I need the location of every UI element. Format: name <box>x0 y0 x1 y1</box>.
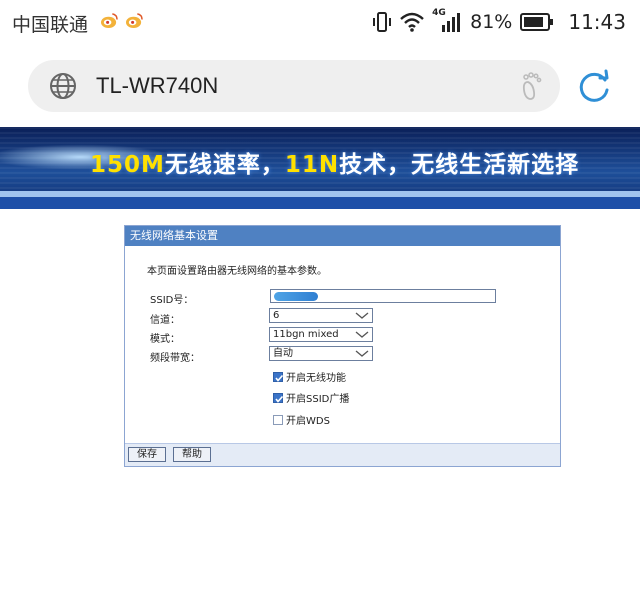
enable-wireless-row[interactable]: 开启无线功能 <box>273 369 346 384</box>
check-icon <box>275 395 284 403</box>
bandwidth-label: 频段带宽： <box>150 353 200 364</box>
wds-checkbox[interactable] <box>273 414 283 425</box>
router-banner: 150M无线速率，11N技术，无线生活新选择 <box>0 127 640 209</box>
weibo-notification-icon <box>101 13 118 29</box>
channel-select[interactable]: 6 <box>269 308 373 323</box>
mode-label: 模式： <box>150 334 180 345</box>
battery-percent: 81% <box>470 11 513 33</box>
channel-label: 信道： <box>150 315 180 326</box>
wds-label: 开启WDS <box>286 416 330 427</box>
status-bar: 中国联通 4G 81% 11:43 <box>0 0 640 44</box>
bandwidth-select[interactable]: 自动 <box>269 346 373 361</box>
status-icons: 4G 81% 11:43 <box>372 8 626 35</box>
battery-icon <box>520 13 554 31</box>
ssid-broadcast-label: 开启SSID广播 <box>286 394 350 405</box>
ssid-broadcast-row[interactable]: 开启SSID广播 <box>273 390 349 405</box>
cell-signal: 4G <box>432 8 462 34</box>
enable-wireless-checkbox[interactable] <box>273 371 284 382</box>
carrier-name: 中国联通 <box>12 14 89 36</box>
help-button[interactable]: 帮助 <box>173 447 211 462</box>
weibo-notification-icon <box>126 13 143 29</box>
banner-slogan: 150M无线速率，11N技术，无线生活新选择 <box>90 152 580 178</box>
enable-wireless-label: 开启无线功能 <box>286 373 346 384</box>
chevron-down-icon <box>355 331 369 338</box>
refresh-icon[interactable] <box>575 68 613 106</box>
signal-strength-icon <box>442 13 461 32</box>
footprint-icon[interactable] <box>518 70 544 102</box>
save-button[interactable]: 保存 <box>128 447 166 462</box>
ssid-broadcast-checkbox[interactable] <box>273 392 284 403</box>
address-bar[interactable]: TL-WR740N <box>28 60 560 112</box>
wds-row[interactable]: 开启WDS <box>273 412 330 427</box>
clock: 11:43 <box>568 10 626 34</box>
wireless-settings-panel: 无线网络基本设置 本页面设置路由器无线网络的基本参数。 SSID号： 信道： 6… <box>124 225 561 467</box>
ssid-input[interactable] <box>270 289 496 303</box>
chevron-down-icon <box>355 350 369 357</box>
url-text[interactable]: TL-WR740N <box>96 73 218 99</box>
vibrate-icon <box>373 12 392 32</box>
mode-value: 11bgn mixed <box>273 329 339 340</box>
panel-description: 本页面设置路由器无线网络的基本参数。 <box>147 266 327 277</box>
ssid-redacted-value <box>274 292 318 301</box>
panel-footer: 保存 帮助 <box>125 443 560 466</box>
ssid-label: SSID号： <box>150 295 194 306</box>
wifi-icon <box>400 12 424 32</box>
mode-select[interactable]: 11bgn mixed <box>269 327 373 342</box>
globe-icon <box>50 73 76 99</box>
panel-title: 无线网络基本设置 <box>125 226 560 246</box>
chevron-down-icon <box>355 312 369 319</box>
channel-value: 6 <box>273 310 280 321</box>
check-icon <box>275 374 284 382</box>
bandwidth-value: 自动 <box>273 348 293 359</box>
